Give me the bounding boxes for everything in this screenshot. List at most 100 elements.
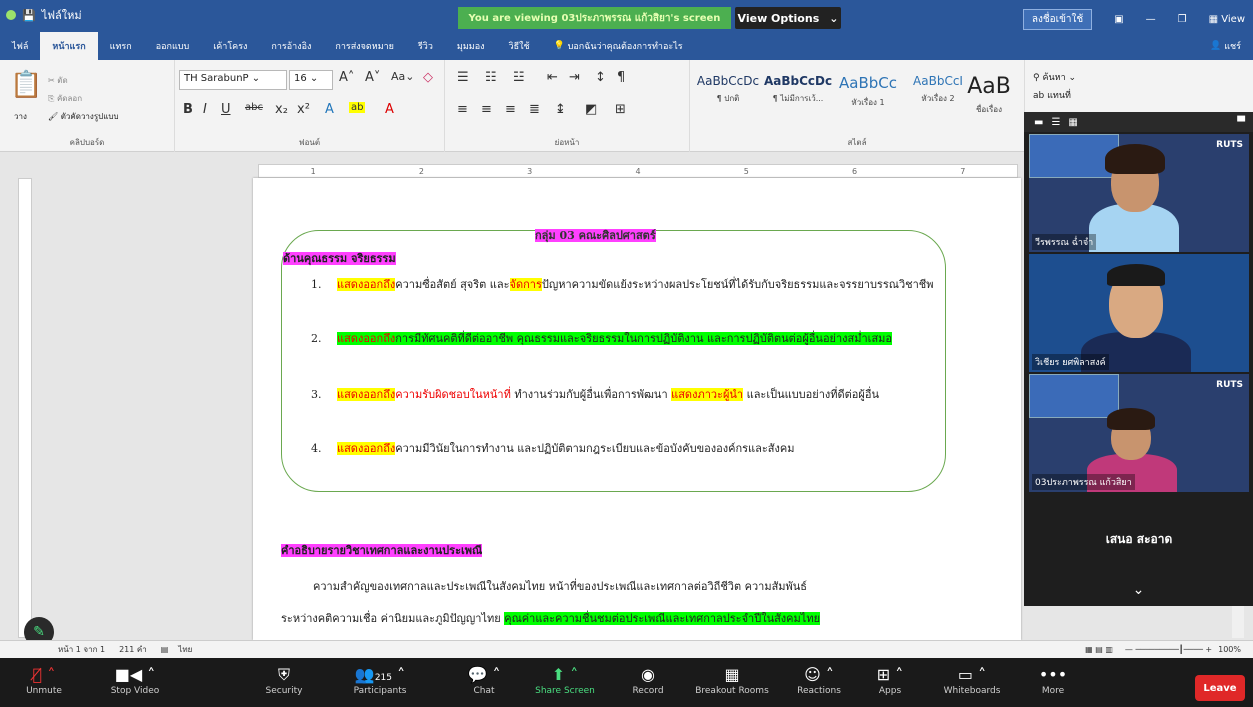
horizontal-ruler[interactable]: 1 2 3 4 5 6 7 bbox=[258, 164, 1018, 178]
align-center-icon[interactable]: ≡ bbox=[481, 102, 492, 117]
zoom-level[interactable]: 100% bbox=[1218, 645, 1241, 654]
tab-help[interactable]: วิธีใช้ bbox=[497, 32, 542, 60]
font-size-dropdown[interactable]: 16 ⌄ bbox=[289, 70, 333, 90]
leave-button[interactable]: Leave bbox=[1195, 675, 1245, 701]
word-count[interactable]: 211 คำ bbox=[119, 643, 147, 656]
tab-view[interactable]: มุมมอง bbox=[445, 32, 497, 60]
record-button[interactable]: ◉ Record bbox=[620, 664, 676, 696]
gallery-view-icon[interactable]: ▦ bbox=[1068, 117, 1077, 128]
tab-file[interactable]: ไฟล์ bbox=[0, 32, 40, 60]
view-toggle-icon[interactable]: ☰ bbox=[1051, 117, 1060, 128]
chat-button[interactable]: 💬 ˄ Chat bbox=[456, 664, 512, 696]
active-speaker-tile[interactable]: เสนอ สะอาด bbox=[1029, 496, 1249, 582]
multilevel-list-icon[interactable]: ☳ bbox=[513, 70, 525, 85]
ribbon-display-icon[interactable]: ▣ bbox=[1114, 14, 1123, 25]
list-number: 2. bbox=[311, 332, 322, 345]
app-icon bbox=[6, 10, 16, 20]
language[interactable]: ไทย bbox=[178, 643, 192, 656]
video-tile[interactable]: RUTS วีรพรรณ ฉ่ำจำ bbox=[1029, 134, 1249, 252]
style-title[interactable]: AaB ชื่อเรื่อง bbox=[964, 74, 1014, 129]
font-name-dropdown[interactable]: TH SarabunP ⌄ bbox=[179, 70, 287, 90]
highlight-icon[interactable]: ab bbox=[349, 102, 366, 113]
group-title-text: กลุ่ม 03 คณะศิลปศาสตร์ bbox=[535, 229, 656, 242]
video-tile[interactable]: วิเชียร ยศพิลาสงค์ bbox=[1029, 254, 1249, 372]
numbering-icon[interactable]: ☷ bbox=[485, 70, 497, 85]
align-left-icon[interactable]: ≡ bbox=[457, 102, 468, 117]
paste-icon[interactable]: 📋 bbox=[10, 70, 42, 100]
bullets-icon[interactable]: ☰ bbox=[457, 70, 469, 85]
copy-button[interactable]: ⎘ คัดลอก bbox=[48, 92, 82, 105]
grow-font-icon[interactable]: A˄ bbox=[339, 70, 354, 85]
tab-design[interactable]: ออกแบบ bbox=[144, 32, 202, 60]
tab-review[interactable]: รีวิว bbox=[406, 32, 445, 60]
page-count[interactable]: หน้า 1 จาก 1 bbox=[58, 643, 105, 656]
view-options-button[interactable]: View Options ⌄ bbox=[735, 7, 841, 29]
save-icon[interactable]: 💾 bbox=[22, 9, 36, 22]
sort-icon[interactable]: ↕ bbox=[595, 70, 606, 85]
shading-icon[interactable]: ◩ bbox=[585, 102, 597, 117]
change-case-icon[interactable]: Aa⌄ bbox=[391, 70, 414, 83]
security-button[interactable]: ⛨ Security bbox=[256, 664, 312, 696]
whiteboards-button[interactable]: ▭ ˄ Whiteboards bbox=[932, 664, 1012, 696]
button-label: Breakout Rooms bbox=[695, 686, 769, 696]
style-no-spacing[interactable]: AaBbCcDc ¶ ไม่มีการเว้... bbox=[764, 74, 832, 129]
clear-format-icon[interactable]: ◇ bbox=[423, 70, 433, 85]
tab-layout[interactable]: เค้าโครง bbox=[201, 32, 259, 60]
underline-icon[interactable]: U bbox=[221, 102, 231, 117]
increase-indent-icon[interactable]: ⇥ bbox=[569, 70, 580, 85]
bold-icon[interactable]: B bbox=[183, 102, 193, 117]
participant-count: 215 bbox=[374, 673, 392, 683]
vertical-ruler[interactable] bbox=[18, 178, 32, 638]
justify-icon[interactable]: ≣ bbox=[529, 102, 540, 117]
unmute-button[interactable]: 🎙̸ ˄ Unmute bbox=[14, 664, 74, 696]
list-body: แสดงออกถึงความมีวินัยในการทำงาน และปฏิบั… bbox=[337, 438, 937, 460]
format-painter-button[interactable]: 🖌 ตัวคัดวางรูปแบบ bbox=[48, 110, 119, 123]
strikethrough-icon[interactable]: abc bbox=[245, 102, 263, 113]
tab-references[interactable]: การอ้างอิง bbox=[259, 32, 323, 60]
decrease-indent-icon[interactable]: ⇤ bbox=[547, 70, 558, 85]
tab-mailings[interactable]: การส่งจดหมาย bbox=[323, 32, 406, 60]
style-normal[interactable]: AaBbCcDc ¶ ปกติ bbox=[694, 74, 762, 129]
ruler-mark: 5 bbox=[743, 166, 749, 176]
replace-button[interactable]: ab แทนที่ bbox=[1033, 88, 1071, 102]
tab-insert[interactable]: แทรก bbox=[98, 32, 144, 60]
borders-icon[interactable]: ⊞ bbox=[615, 102, 626, 117]
more-button[interactable]: ••• More bbox=[1030, 664, 1076, 696]
video-tile[interactable]: RUTS 03ประภาพรรณ แก้วสิยา bbox=[1029, 374, 1249, 492]
pilcrow-icon[interactable]: ¶ bbox=[617, 70, 625, 85]
chevron-down-icon[interactable]: ⌄ bbox=[1024, 582, 1253, 598]
share-button[interactable]: 👤 แชร์ bbox=[1198, 32, 1253, 60]
reactions-button[interactable]: ☺ ˄ Reactions bbox=[788, 664, 850, 696]
share-screen-button[interactable]: ⬆ ˄ Share Screen bbox=[530, 664, 600, 696]
participants-button[interactable]: 👥215 ˄ Participants bbox=[340, 664, 420, 696]
proofing-icon[interactable]: ▤ bbox=[161, 645, 169, 654]
list-body: แสดงออกถึงความซื่อสัตย์ สุจริต และจัดการ… bbox=[337, 274, 937, 296]
minimize-panel-icon[interactable]: ▬ bbox=[1034, 117, 1043, 128]
align-right-icon[interactable]: ≡ bbox=[505, 102, 516, 117]
restore-icon[interactable]: ❐ bbox=[1178, 14, 1187, 25]
minimize-icon[interactable]: — bbox=[1146, 14, 1156, 25]
view-button[interactable]: ▦ View bbox=[1209, 14, 1245, 25]
hide-video-icon[interactable]: ▀ bbox=[1237, 117, 1245, 128]
document-page[interactable]: กลุ่ม 03 คณะศิลปศาสตร์ ด้านคุณธรรม จริยธ… bbox=[253, 178, 1021, 640]
shrink-font-icon[interactable]: A˅ bbox=[365, 70, 380, 85]
superscript-icon[interactable]: x² bbox=[297, 102, 310, 117]
style-heading-1[interactable]: AaBbCc หัวเรื่อง 1 bbox=[834, 74, 902, 129]
subscript-icon[interactable]: x₂ bbox=[275, 102, 288, 117]
line-spacing-icon[interactable]: ↨ bbox=[555, 102, 566, 117]
tell-me-search[interactable]: 💡 บอกฉันว่าคุณต้องการทำอะไร bbox=[542, 32, 695, 60]
breakout-rooms-button[interactable]: ▦ Breakout Rooms bbox=[692, 664, 772, 696]
zoom-slider[interactable]: — ─────────┃──── + bbox=[1125, 645, 1212, 654]
view-mode-icons[interactable]: ▦ ▤ ▥ bbox=[1085, 645, 1113, 654]
find-button[interactable]: ⚲ ค้นหา ⌄ bbox=[1033, 70, 1076, 84]
tab-home[interactable]: หน้าแรก bbox=[40, 32, 98, 60]
font-color-icon[interactable]: A bbox=[385, 102, 394, 117]
text-effects-icon[interactable]: A bbox=[325, 102, 334, 117]
cut-button[interactable]: ✂ ตัด bbox=[48, 74, 68, 87]
styles-group-label: สไตล์ bbox=[847, 138, 867, 147]
italic-icon[interactable]: I bbox=[203, 102, 207, 117]
stop-video-button[interactable]: ■◀ ˄ Stop Video bbox=[100, 664, 170, 696]
apps-button[interactable]: ⊞ ˄ Apps bbox=[862, 664, 918, 696]
sign-in-button[interactable]: ลงชื่อเข้าใช้ bbox=[1022, 9, 1093, 30]
style-heading-2[interactable]: AaBbCcI หัวเรื่อง 2 bbox=[904, 74, 972, 129]
